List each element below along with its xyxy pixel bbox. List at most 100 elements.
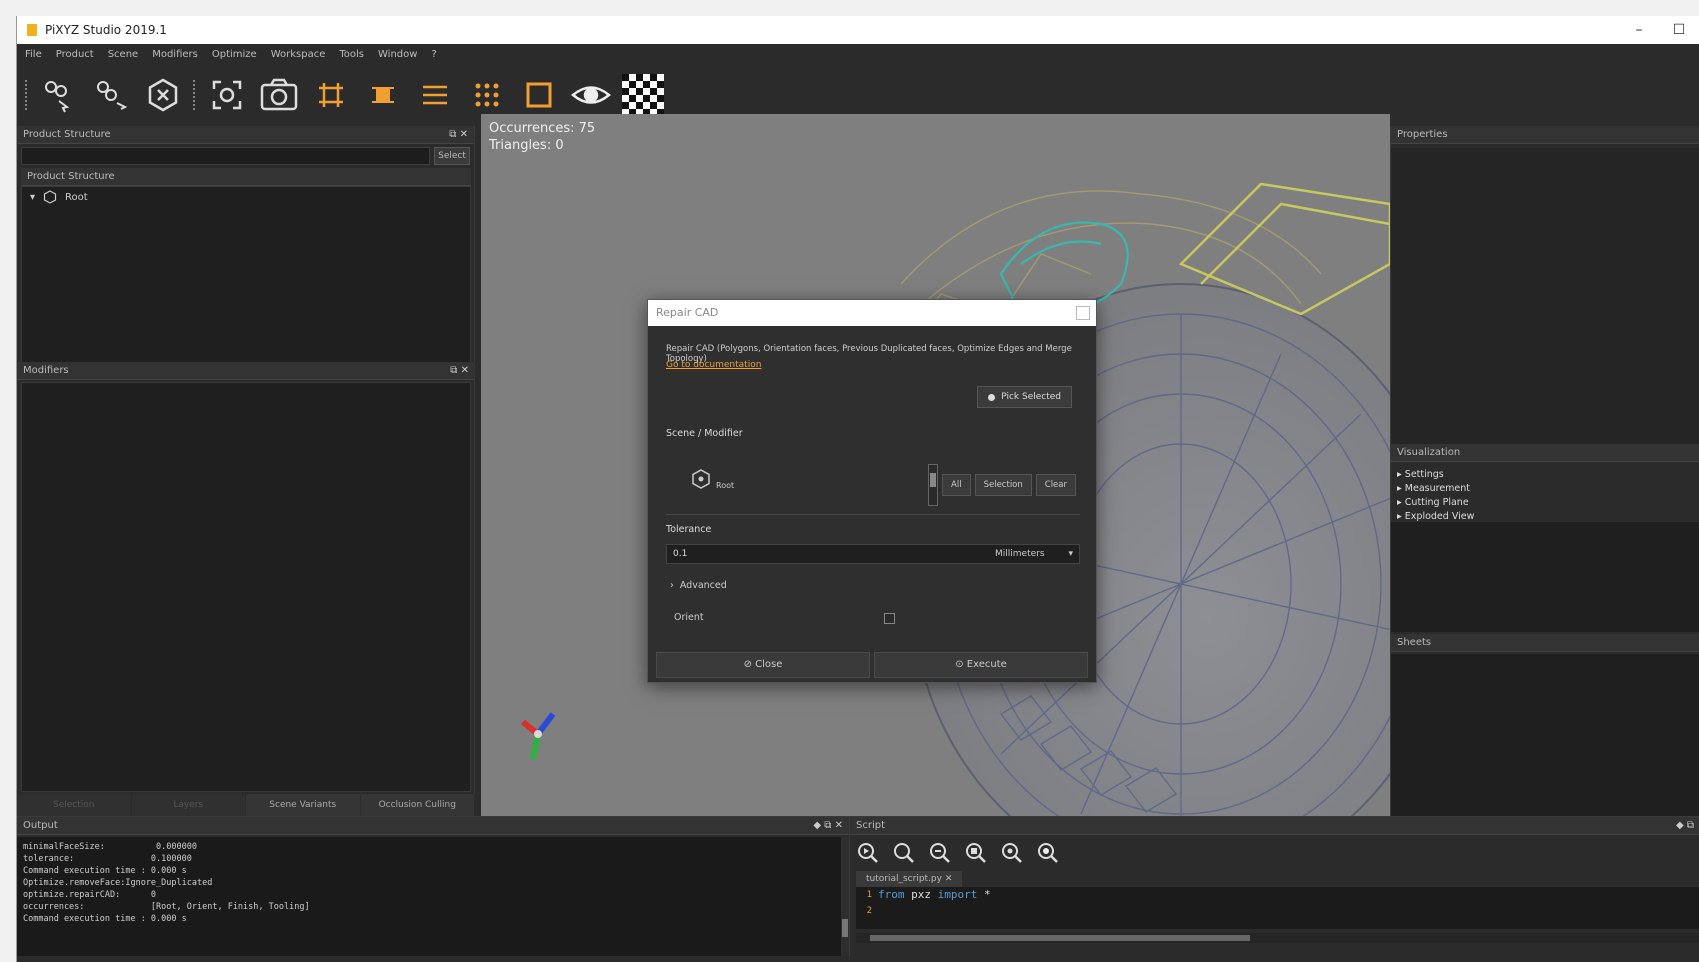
occurrence-list-scrollbar[interactable] (928, 464, 939, 506)
occurrence-node-icon (43, 190, 57, 204)
visualization-item-settings[interactable]: ▸ Settings (1397, 468, 1695, 482)
close-button[interactable]: ⊘ Close (656, 652, 870, 678)
selection-button[interactable]: Selection (974, 474, 1032, 496)
advanced-toggle[interactable]: › Advanced (670, 580, 727, 591)
dialog-close-icon[interactable] (1076, 306, 1090, 320)
menu-help[interactable]: ? (431, 49, 436, 60)
visibility-eye-icon[interactable] (567, 71, 615, 119)
select-all-button[interactable]: All (942, 474, 971, 496)
log-line: Optimize.removeFace:Ignore_Duplicated (23, 878, 213, 888)
panel-float-close-icon[interactable]: ⧉ ✕ (450, 362, 469, 380)
chevron-down-icon[interactable]: ▾ (30, 192, 35, 203)
select-similar-icon[interactable] (35, 71, 83, 119)
output-scrollbar[interactable] (841, 837, 849, 957)
pick-selected-button[interactable]: Pick Selected (977, 386, 1072, 408)
menu-tools[interactable]: Tools (339, 49, 364, 60)
log-line: optimize.repairCAD: 0 (23, 890, 157, 900)
panel-float-close-icon[interactable]: ⧉ ✕ (449, 126, 468, 144)
properties-body (1391, 148, 1699, 476)
menu-file[interactable]: File (25, 49, 42, 60)
clear-button[interactable]: Clear (1035, 474, 1076, 496)
modifiers-body (21, 382, 471, 792)
occurrences-count: Occurrences: 75 (489, 121, 596, 136)
application-window: PiXYZ Studio 2019.1 – ☐ File Product Sce… (16, 16, 1699, 962)
script-panel: Script ◆ ⧉ tutorial_script.py ✕ 1 from p… (849, 816, 1699, 962)
script-editor[interactable]: 1 from pxz import * 2 (856, 887, 1699, 929)
menu-window[interactable]: Window (378, 49, 417, 60)
toolbar-separator (193, 80, 197, 110)
wireframe-box-icon[interactable] (515, 71, 563, 119)
tab-occlusion-culling[interactable]: Occlusion Culling (360, 794, 475, 816)
menu-product[interactable]: Product (56, 49, 94, 60)
log-line: occurrences: [Root, Orient, Finish, Tool… (23, 902, 310, 912)
run-selection-icon[interactable] (892, 841, 916, 865)
occurrences-label: Scene / Modifier (666, 428, 743, 439)
stop-script-icon[interactable] (964, 841, 988, 865)
output-title: Output ◆ ⧉ ✕ (17, 817, 849, 835)
repair-cad-dialog: Repair CAD Repair CAD (Polygons, Orienta… (647, 299, 1097, 683)
orient-label: Orient (674, 612, 704, 623)
delete-icon[interactable] (139, 71, 187, 119)
visualization-item-measurement[interactable]: ▸ Measurement (1397, 482, 1695, 496)
left-dock: Product Structure ⧉ ✕ Select Product Str… (17, 126, 475, 816)
execute-button[interactable]: ⊙ Execute (874, 652, 1088, 678)
select-children-icon[interactable] (87, 71, 135, 119)
product-structure-tab[interactable]: Product Structure (21, 168, 471, 186)
visualization-item-cutting-plane[interactable]: ▸ Cutting Plane (1397, 496, 1695, 510)
close-tab-icon[interactable]: ✕ (945, 874, 953, 884)
dialog-divider (666, 514, 1080, 515)
code-keyword: from (878, 888, 905, 901)
run-line-icon[interactable] (928, 841, 952, 865)
checker-texture-icon[interactable] (619, 71, 667, 119)
line-number: 2 (866, 906, 872, 916)
search-select-button[interactable]: Select (434, 147, 470, 165)
visualization-title: Visualization (1391, 444, 1699, 462)
tab-scene-variants[interactable]: Scene Variants (246, 794, 361, 816)
record-script-icon[interactable] (1036, 841, 1060, 865)
search-input[interactable] (21, 147, 430, 165)
axis-gizmo-icon[interactable] (513, 704, 563, 764)
screenshot-camera-icon[interactable] (255, 71, 303, 119)
script-title: Script ◆ ⧉ (850, 817, 1699, 835)
tree-item-label: Root (65, 191, 88, 203)
line-number: 1 (866, 890, 872, 900)
lines-shading-icon[interactable] (411, 71, 459, 119)
tolerance-value: 0.1 (673, 549, 688, 559)
panel-float-close-icon[interactable]: ◆ ⧉ ✕ (813, 817, 843, 835)
fit-view-icon[interactable] (203, 71, 251, 119)
menu-bar: File Product Scene Modifiers Optimize Wo… (17, 44, 1699, 64)
product-tree[interactable]: ▾ Root (21, 186, 471, 368)
panel-float-close-icon[interactable]: ◆ ⧉ (1676, 817, 1694, 835)
orient-checkbox[interactable] (884, 613, 895, 624)
minimize-icon[interactable]: – (1619, 16, 1659, 44)
code-line: 2 (856, 903, 1699, 919)
output-log[interactable]: minimalFaceSize: 0.000000 tolerance: 0.10… (17, 837, 841, 957)
window-title: PiXYZ Studio 2019.1 (45, 23, 167, 37)
menu-scene[interactable]: Scene (108, 49, 139, 60)
bounding-box-icon[interactable] (307, 71, 355, 119)
triangles-count: Triangles: 0 (489, 138, 564, 153)
script-file-tab[interactable]: tutorial_script.py ✕ (856, 871, 963, 887)
modifiers-title: Modifiers ⧉ ✕ (17, 362, 475, 380)
tolerance-unit-select[interactable]: Millimeters (989, 545, 1075, 563)
tree-item-root[interactable]: ▾ Root (22, 187, 470, 207)
maximize-icon[interactable]: ☐ (1659, 16, 1699, 44)
solid-shading-icon[interactable] (359, 71, 407, 119)
occurrence-buttons: All Selection Clear (928, 464, 1076, 506)
tab-selection[interactable]: Selection (17, 794, 132, 816)
menu-modifiers[interactable]: Modifiers (152, 49, 198, 60)
dialog-title-bar: Repair CAD (648, 300, 1096, 326)
run-script-icon[interactable] (856, 841, 880, 865)
points-shading-icon[interactable] (463, 71, 511, 119)
tolerance-field[interactable]: 0.1 Millimeters (666, 544, 1080, 564)
editor-horizontal-scrollbar[interactable] (856, 933, 1699, 943)
pick-icon (988, 393, 996, 401)
code-text: * (984, 888, 991, 901)
occurrence-root-item[interactable]: Root (690, 468, 734, 490)
debug-script-icon[interactable] (1000, 841, 1024, 865)
tolerance-label: Tolerance (666, 524, 712, 535)
menu-optimize[interactable]: Optimize (212, 49, 257, 60)
tab-layers[interactable]: Layers (131, 794, 246, 816)
documentation-link[interactable]: Go to documentation (666, 360, 761, 370)
menu-workspace[interactable]: Workspace (271, 49, 326, 60)
